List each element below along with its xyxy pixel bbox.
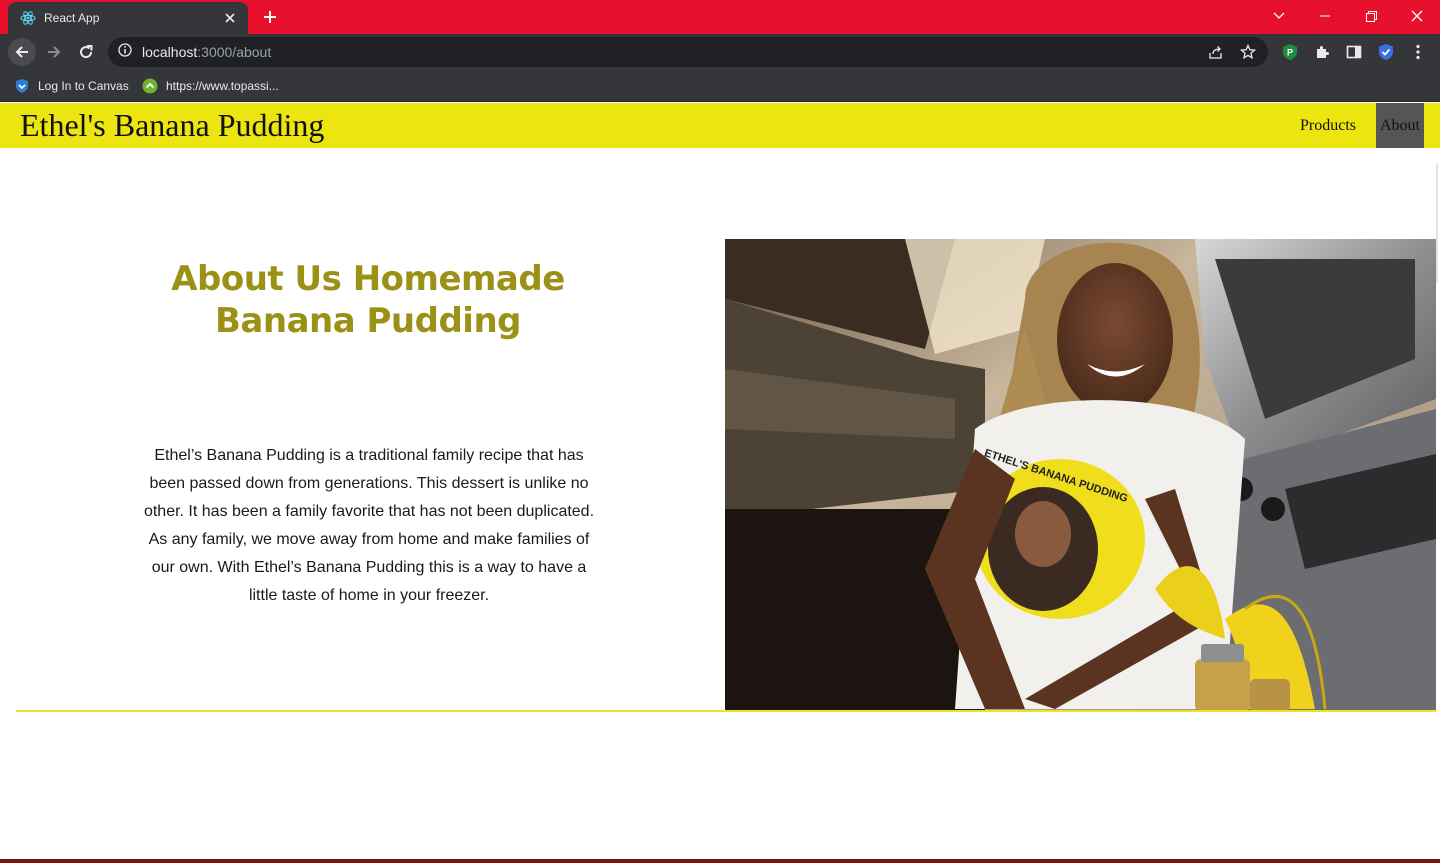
about-paragraph: Ethel’s Banana Pudding is a traditional … <box>143 447 595 604</box>
nav-link-about[interactable]: About <box>1376 103 1424 148</box>
heading-line-2: Banana Pudding <box>215 301 522 341</box>
forward-arrow-icon <box>48 46 61 58</box>
restore-icon[interactable] <box>1348 0 1394 32</box>
url-path: :3000/about <box>197 44 272 60</box>
taskbar-edge <box>0 859 1440 863</box>
address-bar[interactable]: localhost:3000/about <box>108 37 1268 67</box>
back-arrow-icon <box>15 46 28 58</box>
site-brand[interactable]: Ethel's Banana Pudding <box>20 107 324 144</box>
nav-link-products[interactable]: Products <box>1300 103 1356 148</box>
bookmark-star-icon[interactable] <box>1240 44 1256 60</box>
about-photo: ETHEL'S BANANA PUDDING <box>725 239 1436 711</box>
reload-icon <box>80 45 93 59</box>
url-host: localhost <box>142 44 198 60</box>
bitwarden-check-icon[interactable] <box>1377 43 1395 61</box>
close-window-icon[interactable] <box>1394 0 1440 32</box>
p-extension-icon[interactable]: P <box>1281 43 1299 61</box>
browser-tab[interactable]: React App <box>8 2 248 34</box>
p-extension-letter: P <box>1287 48 1293 58</box>
url-text: localhost:3000/about <box>142 44 271 60</box>
tab-search-icon[interactable] <box>1256 0 1302 32</box>
browser-toolbar: localhost:3000/about P <box>0 34 1440 70</box>
shield-icon <box>14 78 30 94</box>
react-icon <box>20 10 36 26</box>
bookmark-label: https://www.topassi... <box>166 79 279 93</box>
back-button[interactable] <box>8 38 36 66</box>
forward-button[interactable] <box>40 38 68 66</box>
share-icon[interactable] <box>1208 44 1224 60</box>
browser-tabstrip: React App <box>0 0 1440 34</box>
minimize-icon[interactable] <box>1302 0 1348 32</box>
reload-button[interactable] <box>72 38 100 66</box>
tab-title: React App <box>44 11 100 25</box>
about-heading: About Us Homemade Banana Pudding <box>148 258 588 342</box>
section-divider <box>16 710 1436 712</box>
site-info-icon[interactable] <box>118 42 132 62</box>
bookmarks-bar: Log In to Canvas https://www.topassi... <box>0 70 1440 102</box>
site-navbar: Ethel's Banana Pudding Products About <box>0 103 1440 148</box>
side-panel-icon[interactable] <box>1345 43 1363 61</box>
heading-line-1: About Us Homemade <box>171 259 565 299</box>
close-tab-icon[interactable] <box>222 10 238 26</box>
puzzle-icon[interactable] <box>1313 43 1331 61</box>
bookmark-canvas[interactable]: Log In to Canvas <box>14 76 129 96</box>
bookmark-label: Log In to Canvas <box>38 79 129 93</box>
scrollbar[interactable] <box>1436 163 1438 283</box>
menu-kebab-icon[interactable] <box>1409 43 1427 61</box>
green-circle-icon <box>142 78 158 94</box>
bookmark-topassi[interactable]: https://www.topassi... <box>142 76 279 96</box>
new-tab-button[interactable] <box>258 5 282 29</box>
